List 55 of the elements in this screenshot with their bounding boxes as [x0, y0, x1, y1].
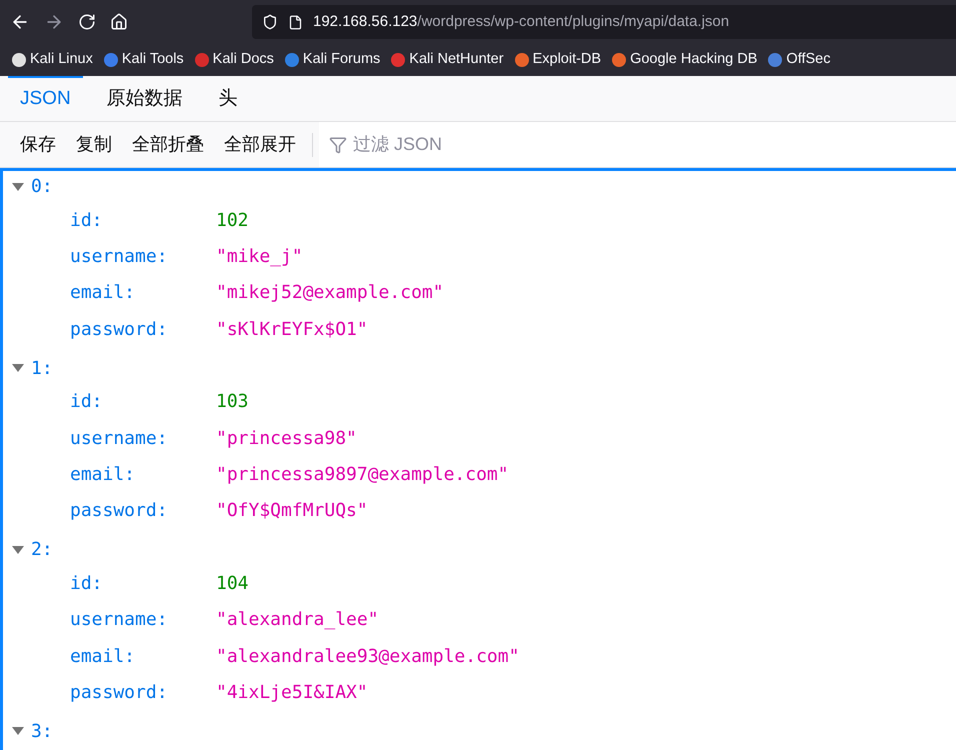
address-bar[interactable]: 192.168.56.123/wordpress/wp-content/plugins/myapi/data.json	[252, 5, 956, 39]
json-key: email:	[70, 279, 216, 306]
bookmark[interactable]: Kali Linux	[12, 49, 93, 71]
json-key: username:	[70, 243, 216, 270]
url-text: 192.168.56.123/wordpress/wp-content/plugins/myapi/data.json	[313, 12, 730, 32]
page-icon	[288, 14, 303, 30]
json-index[interactable]: 3:	[31, 718, 53, 745]
home-icon[interactable]	[110, 13, 128, 31]
json-key: password:	[70, 678, 216, 706]
shield-icon[interactable]	[262, 14, 278, 30]
filter-input[interactable]: 过滤 JSON	[353, 131, 553, 158]
expand-icon[interactable]	[11, 726, 25, 736]
json-value: "mike_j"	[216, 245, 303, 270]
json-value: 103	[216, 390, 249, 414]
expand-icon[interactable]	[11, 544, 25, 555]
json-value: "alexandralee93@example.com"	[216, 644, 520, 669]
json-value: "OfY$QmfMrUQs"	[216, 499, 368, 524]
json-value: "mikej52@example.com"	[216, 281, 444, 306]
json-value: "princessa9897@example.com"	[216, 463, 509, 488]
expand-icon[interactable]	[11, 363, 25, 374]
json-key: email:	[70, 461, 216, 488]
toolbar-button[interactable]: 保存	[10, 131, 66, 158]
json-value: "4ixLje5I&IAX"	[216, 680, 368, 705]
json-index[interactable]: 1:	[31, 354, 53, 382]
bookmark[interactable]: Exploit-DB	[514, 49, 602, 71]
filter-icon	[329, 136, 347, 154]
json-value: "alexandra_lee"	[216, 608, 379, 632]
reload-icon[interactable]	[78, 13, 96, 31]
json-index[interactable]: 2:	[31, 536, 53, 564]
json-index[interactable]: 0:	[31, 173, 53, 200]
json-key: password:	[70, 497, 216, 524]
json-value: 104	[216, 572, 249, 596]
bookmark[interactable]: Kali Forums	[284, 49, 380, 71]
toolbar-button[interactable]: 全部展开	[214, 131, 306, 158]
toolbar-button[interactable]: 全部折叠	[122, 131, 214, 158]
bookmark[interactable]: Google Hacking DB	[612, 49, 758, 71]
bookmark[interactable]: Kali Docs	[194, 49, 274, 71]
json-value: 102	[216, 208, 249, 233]
json-value: "princessa98"	[216, 426, 357, 451]
json-key: id:	[70, 570, 216, 597]
bookmark[interactable]: Kali NetHunter	[391, 49, 504, 71]
tab[interactable]: 原始数据	[94, 76, 195, 121]
json-key: id:	[70, 388, 216, 416]
json-key: password:	[70, 316, 216, 343]
toolbar-button[interactable]: 复制	[66, 131, 122, 158]
json-key: email:	[70, 642, 216, 670]
json-key: id:	[70, 206, 216, 234]
json-value: "sKlKrEYFx$O1"	[216, 318, 368, 342]
expand-icon[interactable]	[11, 182, 25, 192]
bookmark[interactable]: OffSec	[768, 49, 830, 71]
tab[interactable]: 头	[206, 76, 250, 121]
bookmark[interactable]: Kali Tools	[104, 49, 184, 71]
filter-field[interactable]: 过滤 JSON	[319, 122, 956, 167]
json-key: username:	[70, 424, 216, 452]
json-key: username:	[70, 606, 216, 634]
